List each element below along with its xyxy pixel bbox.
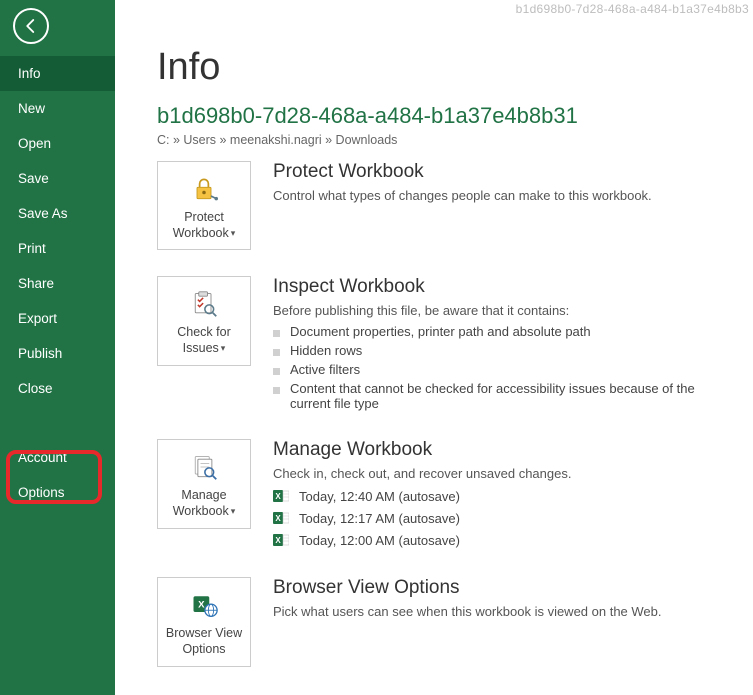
manage-button-label: Manage Workbook [173,488,229,518]
dropdown-caret-icon: ▾ [221,343,226,353]
inspect-bullet-item: Document properties, printer path and ab… [273,322,733,341]
protect-title: Protect Workbook [273,161,733,183]
document-name[interactable]: b1d698b0-7d28-468a-a484-b1a37e4b8b31 [157,103,753,129]
version-item[interactable]: X Today, 12:17 AM (autosave) [273,507,733,529]
browser-desc: Pick what users can see when this workbo… [273,604,733,619]
protect-button-label: Protect Workbook [173,210,229,240]
sidebar-item-publish[interactable]: Publish [0,336,115,371]
bullet-text: Document properties, printer path and ab… [290,324,591,339]
inspect-bullet-item: Hidden rows [273,341,733,360]
version-label: Today, 12:00 AM (autosave) [299,533,460,548]
protect-workbook-button[interactable]: Protect Workbook▾ [157,161,251,250]
page-title: Info [157,46,753,89]
dropdown-caret-icon: ▾ [231,228,236,238]
bullet-square-icon [273,349,280,356]
main-panel: b1d698b0-7d28-468a-a484-b1a37e4b8b3 Info… [115,0,753,695]
svg-text:X: X [275,492,281,501]
inspect-bullet-item: Content that cannot be checked for acces… [273,379,733,413]
excel-file-icon: X [273,488,289,504]
version-list: X Today, 12:40 AM (autosave) X Today, 12:17… [273,485,733,551]
bullet-text: Content that cannot be checked for acces… [290,381,733,411]
excel-file-icon: X [273,532,289,548]
excel-file-icon: X [273,510,289,526]
browser-button-label: Browser View Options [166,626,242,656]
sidebar-item-options[interactable]: Options [0,475,115,510]
dropdown-caret-icon: ▾ [231,506,236,516]
inspect-title: Inspect Workbook [273,276,733,298]
sidebar-item-open[interactable]: Open [0,126,115,161]
excel-globe-icon: X [163,588,245,622]
version-item[interactable]: X Today, 12:00 AM (autosave) [273,529,733,551]
window-title-fragment: b1d698b0-7d28-468a-a484-b1a37e4b8b3 [516,2,749,16]
sidebar-item-save-as[interactable]: Save As [0,196,115,231]
bullet-square-icon [273,387,280,394]
sidebar-item-share[interactable]: Share [0,266,115,301]
document-path[interactable]: C: » Users » meenakshi.nagri » Downloads [157,133,753,147]
inspect-bullet-item: Active filters [273,360,733,379]
sidebar-item-account[interactable]: Account [0,440,115,475]
inspect-desc: Before publishing this file, be aware th… [273,303,733,318]
browser-title: Browser View Options [273,577,733,599]
manage-desc: Check in, check out, and recover unsaved… [273,466,733,481]
version-label: Today, 12:17 AM (autosave) [299,511,460,526]
version-item[interactable]: X Today, 12:40 AM (autosave) [273,485,733,507]
inspect-bullet-list: Document properties, printer path and ab… [273,322,733,413]
section-browser-view: X Browser View Options Browser View Opti… [157,577,753,666]
back-arrow-icon [22,17,40,35]
manage-title: Manage Workbook [273,439,733,461]
section-protect: Protect Workbook▾ Protect Workbook Contr… [157,161,753,250]
bullet-square-icon [273,368,280,375]
sidebar-item-new[interactable]: New [0,91,115,126]
lock-icon [163,172,245,206]
svg-text:X: X [275,536,281,545]
bullet-text: Active filters [290,362,360,377]
svg-text:X: X [198,600,205,611]
sidebar-item-close[interactable]: Close [0,371,115,406]
section-inspect: Check for Issues▾ Inspect Workbook Befor… [157,276,753,413]
backstage-sidebar: InfoNewOpenSaveSave AsPrintShareExportPu… [0,0,115,695]
check-for-issues-button[interactable]: Check for Issues▾ [157,276,251,365]
version-label: Today, 12:40 AM (autosave) [299,489,460,504]
bullet-text: Hidden rows [290,343,362,358]
document-search-icon [163,450,245,484]
sidebar-item-export[interactable]: Export [0,301,115,336]
sidebar-item-save[interactable]: Save [0,161,115,196]
back-button[interactable] [13,8,49,44]
browser-view-options-button[interactable]: X Browser View Options [157,577,251,666]
bullet-square-icon [273,330,280,337]
sidebar-item-info[interactable]: Info [0,56,115,91]
manage-workbook-button[interactable]: Manage Workbook▾ [157,439,251,528]
checklist-icon [163,287,245,321]
protect-desc: Control what types of changes people can… [273,188,733,203]
section-manage: Manage Workbook▾ Manage Workbook Check i… [157,439,753,551]
svg-text:X: X [275,514,281,523]
sidebar-item-print[interactable]: Print [0,231,115,266]
